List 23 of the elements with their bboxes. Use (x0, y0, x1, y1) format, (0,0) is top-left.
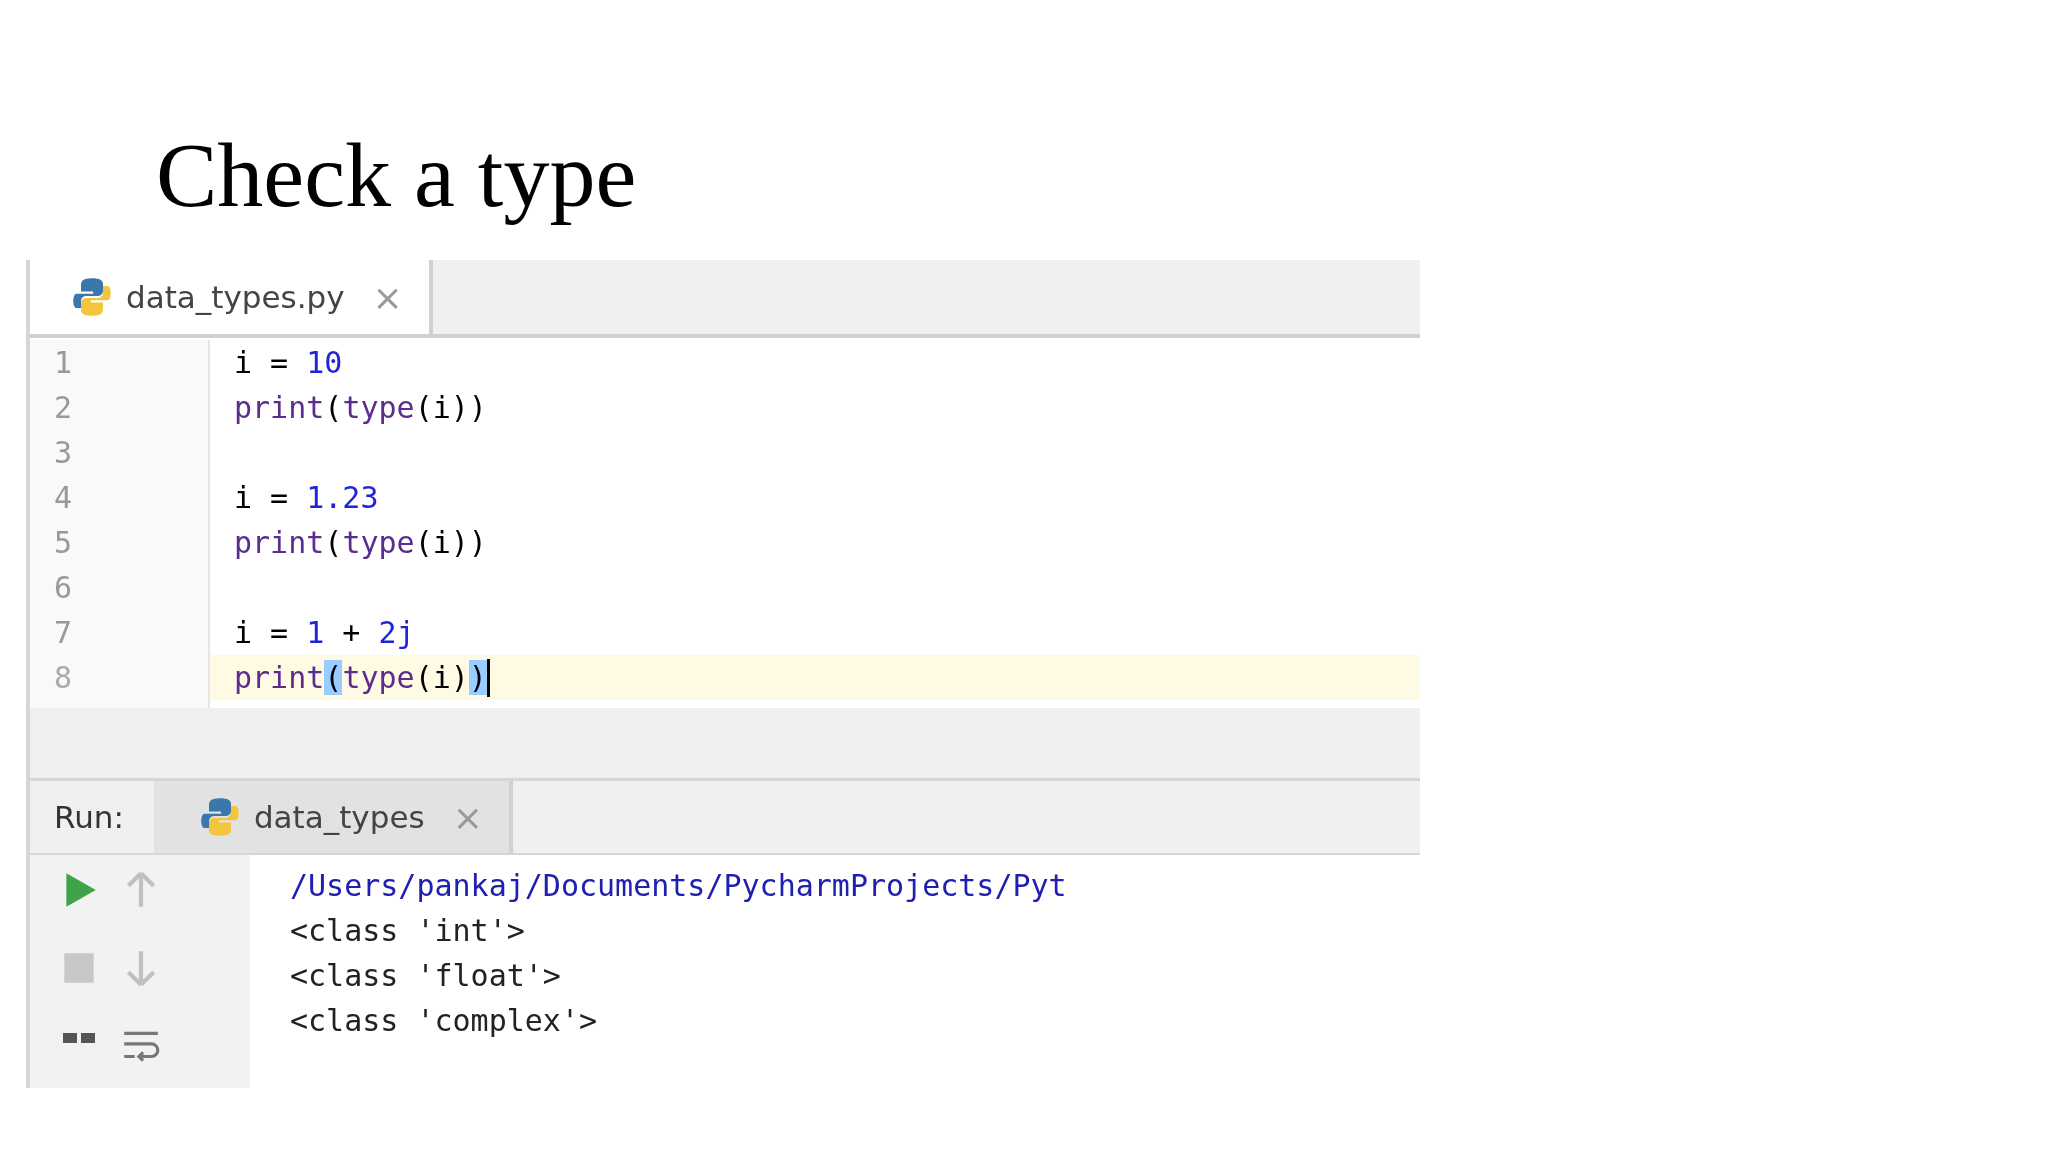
code-line: i = 1.23 (234, 479, 379, 517)
line-number: 4 (53, 479, 73, 517)
line-number: 1 (53, 344, 73, 382)
line-number: 8 (53, 659, 73, 697)
console-output-line: <class 'int'> (290, 912, 525, 950)
code-line: i = 1 + 2j (234, 614, 415, 652)
line-number: 6 (53, 569, 73, 607)
code-line: print(type(i)) (234, 524, 487, 562)
line-number: 2 (53, 389, 73, 427)
slide-title: Check a type (156, 123, 637, 228)
console-output-line: <class 'float'> (290, 957, 561, 995)
file-tab[interactable]: data_types × (153, 781, 513, 853)
python-file-icon (70, 275, 114, 319)
code-line: print(type(i)) (234, 389, 487, 427)
file-tab[interactable]: data_types.py × (30, 260, 433, 334)
line-number: 7 (53, 614, 73, 652)
line-number: 3 (53, 434, 73, 472)
console-output-line: <class 'complex'> (290, 1002, 598, 1040)
run-label: Run: (53, 799, 125, 835)
code-line: i = 10 (234, 344, 343, 382)
console-output-line: /Users/pankaj/Documents/PycharmProjects/Pyt (290, 867, 1067, 905)
line-number: 5 (53, 524, 73, 562)
code-line: print(type(i)) (234, 659, 487, 697)
